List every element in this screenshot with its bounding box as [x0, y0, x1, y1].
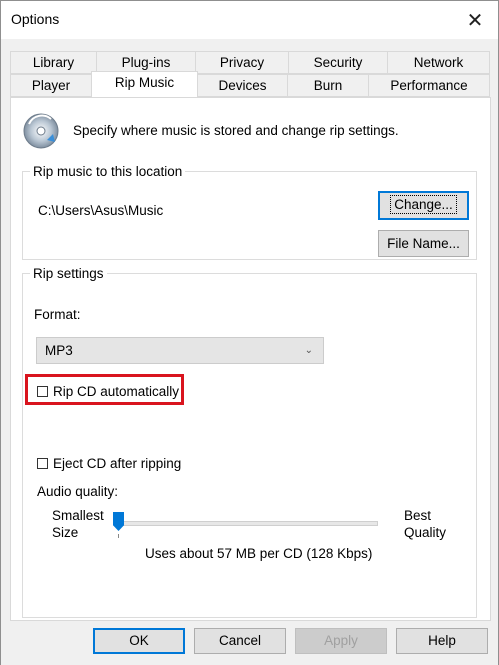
help-button[interactable]: Help — [396, 628, 488, 654]
tab-rip-music[interactable]: Rip Music — [91, 71, 198, 97]
slider-max-label-1: Best — [404, 508, 432, 523]
slider-max-label-2: Quality — [404, 525, 447, 540]
rip-location-path: C:\Users\Asus\Music — [38, 203, 164, 218]
apply-button[interactable]: Apply — [295, 628, 387, 654]
format-label: Format: — [34, 307, 81, 322]
file-name-button[interactable]: File Name... — [378, 230, 469, 257]
eject-cd-checkbox[interactable]: Eject CD after ripping — [37, 456, 181, 471]
title-bar: Options ✕ — [1, 1, 498, 39]
cd-rip-icon — [23, 113, 59, 149]
slider-min-label-2: Size — [52, 525, 79, 540]
rip-settings-legend: Rip settings — [33, 266, 104, 281]
location-group-legend: Rip music to this location — [33, 164, 183, 179]
dialog-button-bar: OK Cancel Apply Help — [1, 621, 498, 665]
options-dialog: Options ✕ Library Plug-ins Privacy Secur… — [0, 0, 499, 665]
ok-button[interactable]: OK — [93, 628, 185, 654]
tab-security[interactable]: Security — [288, 51, 388, 74]
change-button[interactable]: Change... — [378, 191, 469, 220]
eject-cd-box[interactable] — [37, 458, 48, 469]
eject-cd-label: Eject CD after ripping — [53, 456, 182, 471]
tab-burn[interactable]: Burn — [287, 74, 369, 97]
tab-network[interactable]: Network — [387, 51, 490, 74]
highlight-annotation — [25, 374, 184, 405]
close-button[interactable]: ✕ — [452, 1, 498, 39]
tab-library[interactable]: Library — [10, 51, 97, 74]
rip-music-panel: Specify where music is stored and change… — [10, 97, 491, 621]
tab-performance[interactable]: Performance — [368, 74, 490, 97]
header-description: Specify where music is stored and change… — [73, 122, 399, 138]
slider-tick — [118, 534, 119, 538]
location-group: Rip music to this location C:\Users\Asus… — [22, 164, 477, 260]
format-select[interactable]: MP3 ⌄ — [36, 337, 324, 364]
rip-settings-group: Rip settings Format: MP3 ⌄ — [22, 266, 477, 618]
chevron-down-icon: ⌄ — [304, 345, 313, 356]
audio-quality-slider-track[interactable] — [118, 521, 378, 526]
close-icon: ✕ — [466, 9, 484, 32]
tab-privacy[interactable]: Privacy — [195, 51, 289, 74]
format-value: MP3 — [45, 343, 73, 358]
audio-usage-text: Uses about 57 MB per CD (128 Kbps) — [145, 546, 373, 561]
tab-strip: Library Plug-ins Privacy Security Networ… — [10, 51, 490, 97]
audio-quality-label: Audio quality: — [37, 484, 119, 499]
window-title: Options — [11, 11, 60, 27]
tab-player[interactable]: Player — [10, 74, 92, 97]
change-button-label: Change... — [390, 195, 457, 214]
slider-min-label-1: Smallest — [52, 508, 104, 523]
cancel-button[interactable]: Cancel — [194, 628, 286, 654]
tab-devices[interactable]: Devices — [197, 74, 288, 97]
panel-header: Specify where music is stored and change… — [21, 110, 399, 150]
